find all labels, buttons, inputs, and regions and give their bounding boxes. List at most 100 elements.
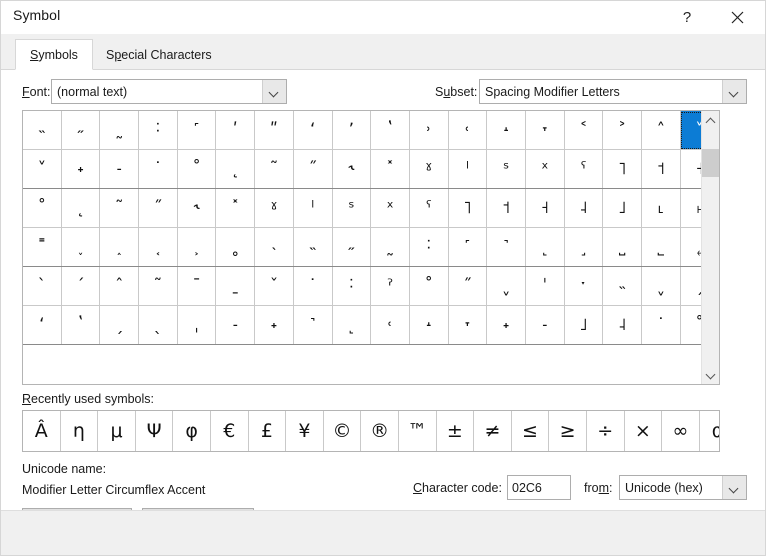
symbol-cell[interactable]: ˊ (61, 266, 101, 306)
symbol-cell[interactable]: ˙ (641, 305, 681, 345)
symbol-cell[interactable]: ˞ (177, 188, 217, 228)
font-combobox[interactable]: (normal text) (51, 79, 287, 104)
symbol-cell[interactable]: ˸ (138, 111, 178, 150)
symbol-cell[interactable]: ˓ (370, 305, 410, 345)
symbol-cell[interactable]: ˻ (332, 305, 372, 345)
symbol-cell[interactable]: ˋ (23, 266, 62, 306)
symbol-cell[interactable]: ˅ (23, 149, 62, 189)
symbol-cell[interactable]: ˇ (254, 266, 294, 306)
symbol-cell[interactable]: ˦ (486, 188, 526, 228)
symbol-cell[interactable]: ˧ (680, 149, 701, 189)
symbol-cell[interactable]: ˠ (254, 188, 294, 228)
symbol-cell[interactable]: ˶ (332, 227, 372, 267)
symbol-cell[interactable]: ˥ (602, 149, 642, 189)
symbol-cell[interactable]: ˗ (215, 305, 256, 345)
symbol-cell[interactable]: ˕ (448, 305, 488, 345)
scrollbar-thumb[interactable] (702, 149, 719, 177)
symbol-cell[interactable]: ˷ (370, 227, 410, 267)
symbol-cell[interactable]: ˿ (680, 227, 701, 267)
symbol-cell[interactable]: ʻ (23, 305, 62, 345)
symbol-cell[interactable]: ˠ (409, 149, 449, 189)
symbol-cell[interactable]: ˛ (61, 188, 101, 228)
symbol-cell[interactable]: ˓ (448, 111, 488, 150)
symbol-cell[interactable]: ˬ (641, 266, 681, 306)
symbol-cell[interactable]: ˍ (215, 266, 256, 306)
subset-combobox[interactable]: Spacing Modifier Letters (479, 79, 747, 104)
symbol-cell[interactable]: ˢ (486, 149, 526, 189)
symbol-cell[interactable]: ˞ (332, 149, 372, 189)
symbol-cell[interactable]: ˶ (61, 111, 101, 150)
close-button[interactable] (715, 1, 759, 34)
symbol-cell[interactable]: ˢ (332, 188, 372, 228)
symbol-cell[interactable]: ˪ (641, 188, 681, 228)
recent-symbol-cell[interactable]: φ (172, 411, 211, 451)
recent-symbol-cell[interactable]: α (699, 411, 719, 451)
symbol-cell[interactable]: ˜ (254, 149, 294, 189)
symbol-cell[interactable]: ˣ (370, 188, 410, 228)
symbol-cell[interactable]: ˰ (99, 227, 140, 267)
symbol-cell[interactable]: ˖ (486, 305, 526, 345)
symbol-cell[interactable]: ˟ (370, 149, 410, 189)
symbol-cell[interactable]: ˝ (448, 266, 488, 306)
symbol-cell[interactable]: ˽ (602, 227, 642, 267)
recent-symbol-cell[interactable]: ¥ (285, 411, 324, 451)
symbol-cell[interactable]: ˡ (293, 188, 333, 228)
symbol-cell[interactable]: ˛ (215, 149, 256, 189)
symbol-cell[interactable]: ˒ (409, 111, 449, 150)
symbol-cell[interactable]: ˸ (332, 266, 372, 306)
symbol-cell[interactable]: ˦ (641, 149, 681, 189)
symbol-cell[interactable]: ˸ (409, 227, 449, 267)
recent-symbol-cell[interactable]: € (210, 411, 249, 451)
symbol-grid-scrollbar[interactable] (701, 111, 719, 384)
symbol-cell[interactable]: ˉ (177, 266, 217, 306)
symbol-cell[interactable]: ˣ (525, 149, 565, 189)
symbol-cell[interactable]: ˯ (61, 227, 101, 267)
symbol-cell[interactable]: ˺ (293, 305, 333, 345)
symbol-cell[interactable]: ˀ (370, 266, 410, 306)
symbol-cell[interactable]: ˥ (448, 188, 488, 228)
recent-symbol-cell[interactable]: × (624, 411, 663, 451)
recent-symbol-cell[interactable]: ® (360, 411, 399, 451)
symbol-cell[interactable]: ʻ (293, 111, 333, 150)
symbol-cell[interactable]: ˹ (448, 227, 488, 267)
symbol-cell[interactable]: ˖ (254, 305, 294, 345)
recent-symbol-cell[interactable]: η (60, 411, 99, 451)
scrollbar-down-button[interactable] (702, 366, 719, 384)
subset-dropdown-arrow[interactable] (722, 80, 746, 103)
symbol-cell[interactable]: ˏ (680, 266, 701, 306)
symbol-cell[interactable]: ˵ (602, 266, 642, 306)
font-dropdown-arrow[interactable] (262, 80, 286, 103)
symbol-cell[interactable]: ˔ (486, 111, 526, 150)
symbol-cell[interactable]: ˴ (254, 227, 294, 267)
symbol-cell[interactable]: ˄ (641, 111, 681, 150)
symbol-cell[interactable]: ʽ (370, 111, 410, 150)
symbol-cell[interactable]: ˚ (409, 266, 449, 306)
symbol-cell[interactable]: ˤ (564, 149, 604, 189)
symbol-cell[interactable]: ˖ (61, 149, 101, 189)
symbol-cell[interactable]: ˩ (602, 188, 642, 228)
recent-symbol-cell[interactable]: ≥ (548, 411, 587, 451)
from-dropdown-arrow[interactable] (722, 476, 746, 499)
symbol-cell[interactable]: ˚ (23, 188, 62, 228)
scrollbar-up-button[interactable] (702, 111, 719, 129)
symbol-cell[interactable]: ˕ (525, 111, 565, 150)
symbol-cell[interactable]: ˅ (680, 111, 701, 150)
symbol-cell[interactable]: ˵ (23, 111, 62, 150)
symbol-cell[interactable]: ˌ (177, 305, 217, 345)
symbol-cell[interactable]: ʺ (254, 111, 294, 150)
symbol-cell[interactable]: ˔ (409, 305, 449, 345)
symbol-cell[interactable]: ˃ (602, 111, 642, 150)
symbol-cell[interactable]: ˺ (486, 227, 526, 267)
symbol-cell[interactable]: ˾ (641, 227, 681, 267)
symbol-cell[interactable]: ˭ (23, 227, 62, 267)
symbol-cell[interactable]: ˗ (525, 305, 565, 345)
symbol-cell[interactable]: ˻ (525, 227, 565, 267)
symbol-cell[interactable]: ˜ (138, 266, 178, 306)
symbol-cell[interactable]: ˝ (138, 188, 178, 228)
recent-symbol-cell[interactable]: £ (248, 411, 287, 451)
symbol-cell[interactable]: ˡ (448, 149, 488, 189)
symbol-cell[interactable]: ˱ (138, 227, 178, 267)
symbol-cell[interactable]: ˵ (293, 227, 333, 267)
symbol-cell[interactable]: ˙ (138, 149, 178, 189)
recent-symbol-cell[interactable]: ÷ (586, 411, 625, 451)
